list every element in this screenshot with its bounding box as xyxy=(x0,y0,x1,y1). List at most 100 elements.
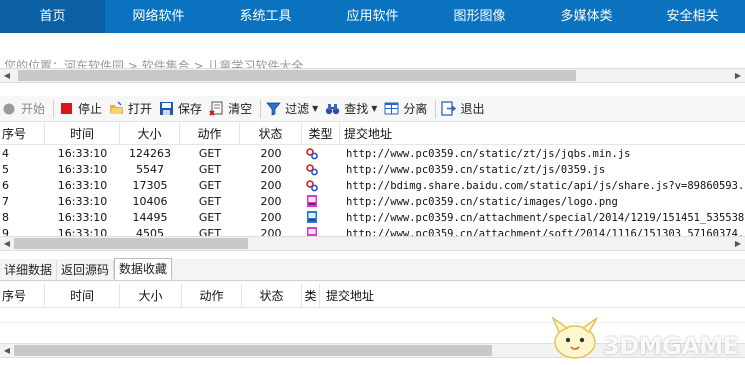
record-icon xyxy=(2,101,17,116)
table-row[interactable]: 8 16:33:10 14495 GET 200 http://www.pc03… xyxy=(0,210,745,226)
cell-action: GET xyxy=(198,227,222,236)
column-header-time[interactable]: 时间 xyxy=(45,123,120,145)
cell-size: 17305 xyxy=(132,179,168,192)
nav-item-multimedia[interactable]: 多媒体类 xyxy=(533,0,640,33)
detail-tabs: 详细数据 返回源码 数据收藏 xyxy=(0,258,745,281)
image-icon xyxy=(305,194,319,210)
cell-url: http://www.pc0359.cn/static/images/logo.… xyxy=(346,196,618,208)
table-row[interactable]: 9 16:33:10 4505 GET 200 http://www.pc035… xyxy=(0,226,745,236)
column-header-time[interactable]: 时间 xyxy=(45,284,120,308)
open-button[interactable]: 打开 xyxy=(107,98,157,120)
table-row[interactable]: 4 16:33:10 124263 GET 200 http://www.pc0… xyxy=(0,146,745,162)
cell-size: 14495 xyxy=(132,211,168,224)
exit-door-icon xyxy=(441,101,457,116)
cell-time: 16:33:10 xyxy=(57,211,108,224)
cell-time: 16:33:10 xyxy=(57,227,108,236)
scrollbar-thumb[interactable] xyxy=(14,238,248,249)
column-header-url[interactable]: 提交地址 xyxy=(320,284,745,308)
column-header-status[interactable]: 状态 xyxy=(240,123,302,145)
scroll-left-arrow-icon[interactable]: ◀ xyxy=(0,344,14,357)
column-header-type[interactable]: 类 xyxy=(302,284,320,308)
nav-item-home[interactable]: 首页 xyxy=(0,0,105,33)
cell-url: http://www.pc0359.cn/attachment/soft/201… xyxy=(346,228,745,236)
cell-status: 200 xyxy=(260,163,282,176)
cell-action: GET xyxy=(198,211,222,224)
split-button[interactable]: 分离 xyxy=(382,98,432,120)
scrollbar-thumb[interactable] xyxy=(18,70,576,81)
folder-open-icon xyxy=(109,101,124,116)
nav-item-security[interactable]: 安全相关 xyxy=(640,0,745,33)
cell-action: GET xyxy=(198,163,222,176)
toolbar-separator xyxy=(435,99,437,118)
filter-button[interactable]: 过滤 ▼ xyxy=(264,98,323,120)
funnel-icon xyxy=(266,101,281,116)
breadcrumb: 您的位置：河东软件园 > 软件集合 > 儿童学习软件大全 xyxy=(0,33,745,69)
chevron-down-icon[interactable]: ▼ xyxy=(371,104,377,113)
top-nav: 首页 网络软件 系统工具 应用软件 图形图像 多媒体类 安全相关 xyxy=(0,0,745,33)
toolbar-separator xyxy=(260,99,262,118)
scroll-right-arrow-icon[interactable]: ▶ xyxy=(731,237,745,250)
request-table-horizontal-scrollbar[interactable]: ◀ ▶ xyxy=(0,236,745,251)
cell-seq: 9 xyxy=(2,227,9,236)
chevron-down-icon[interactable]: ▼ xyxy=(312,104,318,113)
cell-url: http://www.pc0359.cn/attachment/special/… xyxy=(346,212,745,224)
tab-detail-data[interactable]: 详细数据 xyxy=(0,260,58,280)
nav-item-system[interactable]: 系统工具 xyxy=(212,0,319,33)
cell-action: GET xyxy=(198,147,222,160)
column-header-seq[interactable]: 序号 xyxy=(0,284,45,308)
nav-item-graphics[interactable]: 图形图像 xyxy=(426,0,533,33)
clear-button[interactable]: 清空 xyxy=(207,98,257,120)
scroll-left-arrow-icon[interactable]: ◀ xyxy=(0,69,14,82)
cell-url: http://bdimg.share.baidu.com/static/api/… xyxy=(346,180,745,192)
column-header-type[interactable]: 类型 xyxy=(302,123,340,145)
find-button[interactable]: 查找 ▼ xyxy=(323,98,382,120)
cell-seq: 7 xyxy=(2,195,9,208)
nav-item-network[interactable]: 网络软件 xyxy=(105,0,212,33)
script-icon xyxy=(305,162,319,178)
split-grid-icon xyxy=(384,101,399,116)
cell-seq: 4 xyxy=(2,147,9,160)
column-header-action[interactable]: 动作 xyxy=(180,123,240,145)
clear-document-icon xyxy=(209,101,224,116)
binoculars-icon xyxy=(325,101,340,116)
column-header-url[interactable]: 提交地址 xyxy=(340,123,745,145)
image-icon xyxy=(305,210,319,226)
floppy-disk-icon xyxy=(159,101,174,116)
table-row[interactable]: 5 16:33:10 5547 GET 200 http://www.pc035… xyxy=(0,162,745,178)
table-row[interactable]: 7 16:33:10 10406 GET 200 http://www.pc03… xyxy=(0,194,745,210)
scroll-right-arrow-icon[interactable]: ▶ xyxy=(731,69,745,82)
find-label: 查找 xyxy=(344,102,369,116)
column-header-size[interactable]: 大小 xyxy=(120,123,180,145)
column-header-size[interactable]: 大小 xyxy=(120,284,182,308)
script-icon xyxy=(305,178,319,194)
column-header-status[interactable]: 状态 xyxy=(242,284,302,308)
tab-favorites[interactable]: 数据收藏 xyxy=(114,258,173,280)
start-button[interactable]: 开始 xyxy=(0,98,50,120)
exit-button[interactable]: 退出 xyxy=(439,98,489,120)
column-header-action[interactable]: 动作 xyxy=(182,284,242,308)
cell-time: 16:33:10 xyxy=(57,195,108,208)
cell-time: 16:33:10 xyxy=(57,179,108,192)
top-horizontal-scrollbar[interactable]: ◀ ▶ xyxy=(0,68,745,83)
open-label: 打开 xyxy=(128,102,153,116)
mascot-logo-icon xyxy=(551,315,598,359)
save-button[interactable]: 保存 xyxy=(157,98,207,120)
stop-icon xyxy=(59,101,74,116)
table-row[interactable]: 6 16:33:10 17305 GET 200 http://bdimg.sh… xyxy=(0,178,745,194)
scrollbar-thumb[interactable] xyxy=(14,345,492,356)
tab-response-source[interactable]: 返回源码 xyxy=(57,260,115,280)
cell-size: 124263 xyxy=(129,147,171,160)
cell-status: 200 xyxy=(260,211,282,224)
column-header-seq[interactable]: 序号 xyxy=(0,123,45,145)
nav-item-apps[interactable]: 应用软件 xyxy=(319,0,426,33)
stop-button[interactable]: 停止 xyxy=(57,98,107,120)
watermark-text: 3DMGAME xyxy=(603,332,739,360)
cell-status: 200 xyxy=(260,227,282,236)
filter-label: 过滤 xyxy=(285,102,310,116)
cell-size: 4505 xyxy=(136,227,164,236)
stop-label: 停止 xyxy=(78,102,103,116)
image-icon xyxy=(305,226,319,236)
scroll-left-arrow-icon[interactable]: ◀ xyxy=(0,237,14,250)
clear-label: 清空 xyxy=(228,102,253,116)
toolbar-separator xyxy=(53,99,55,118)
